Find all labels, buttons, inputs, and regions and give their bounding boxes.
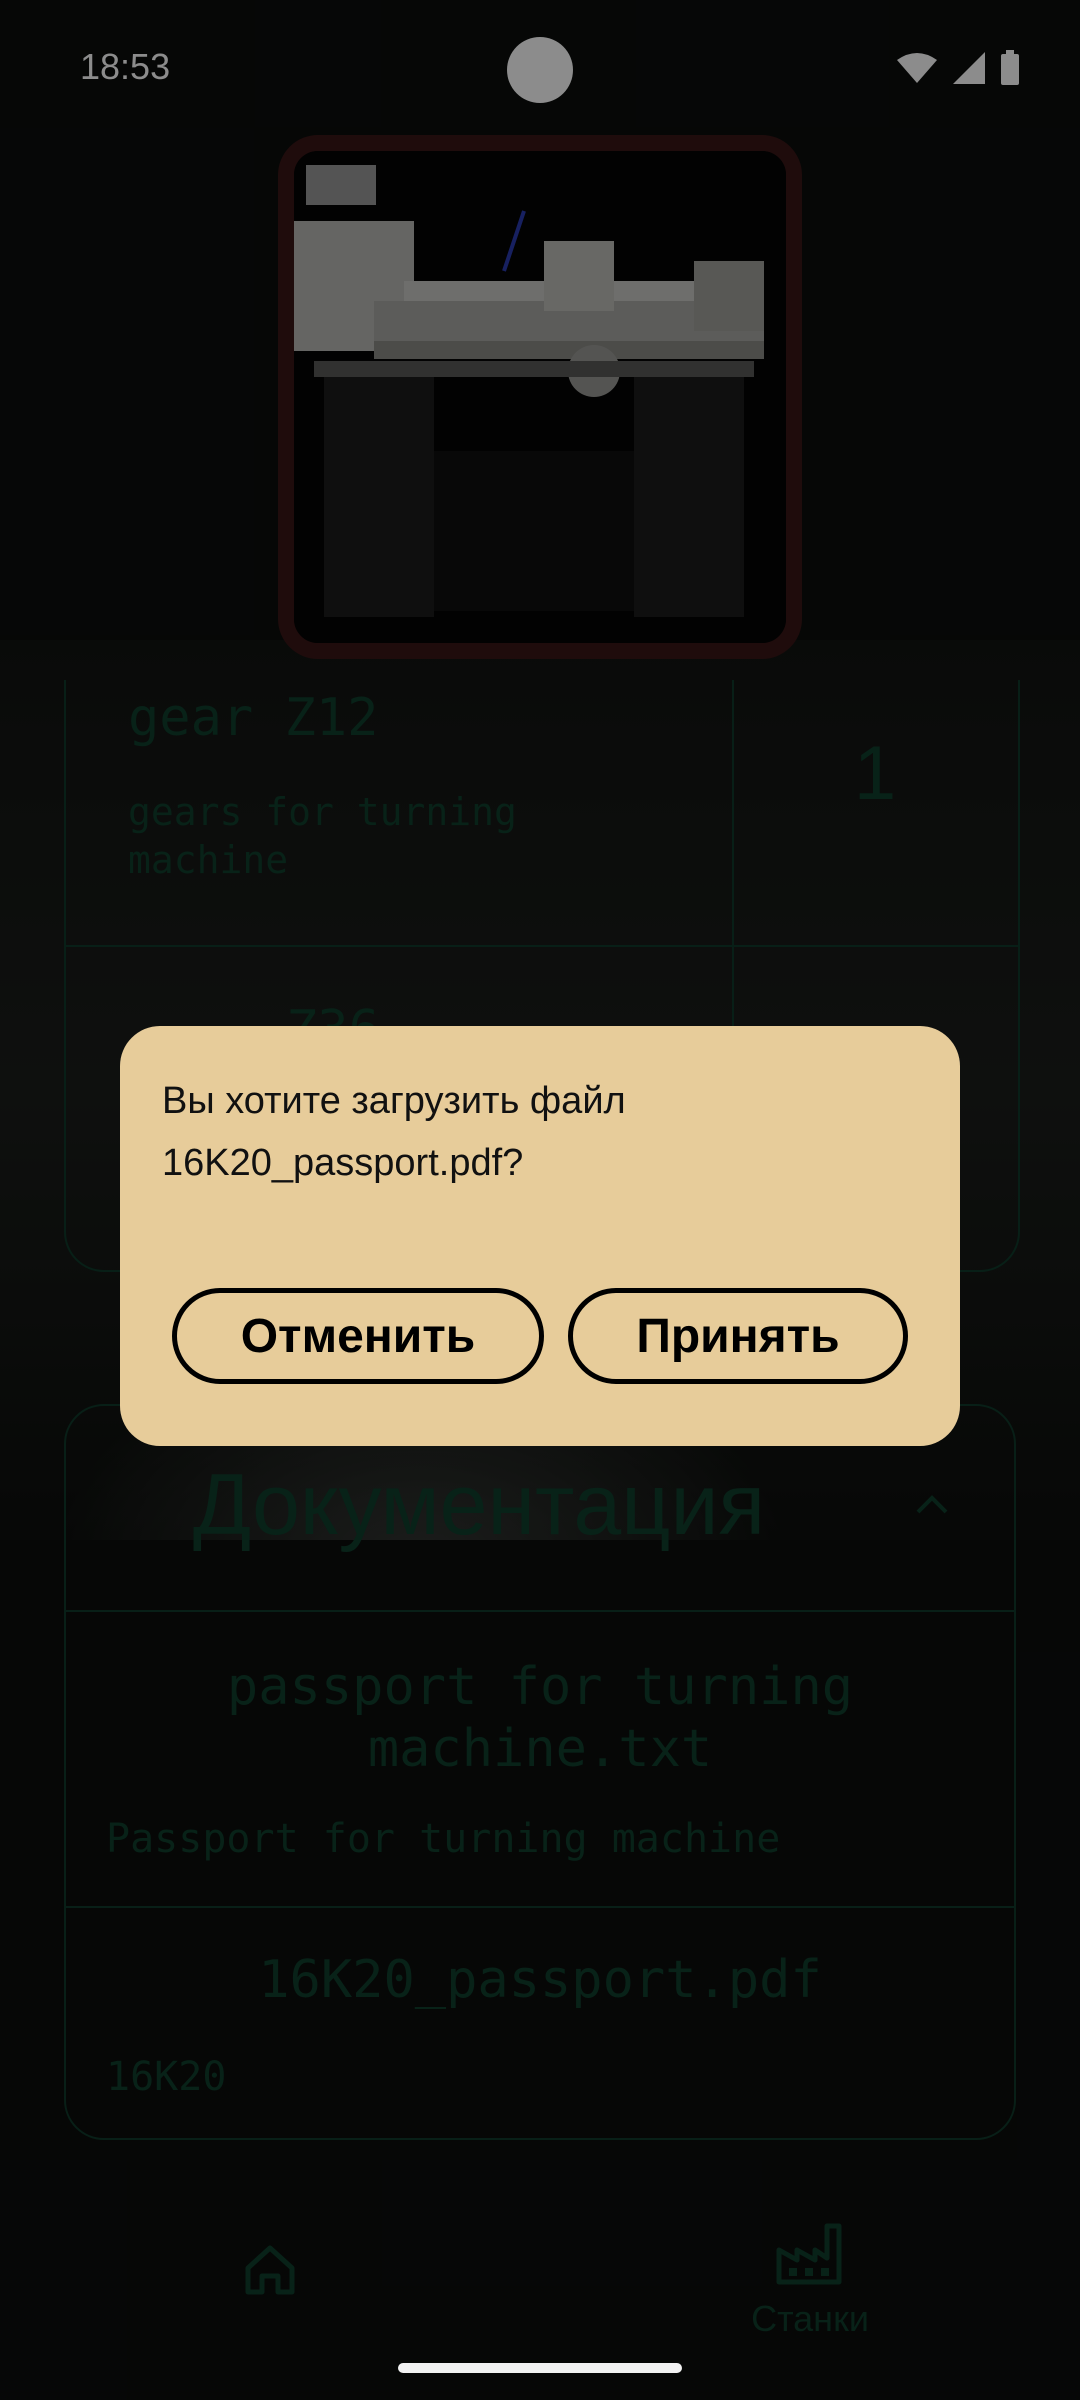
dialog-message: Вы хотите загрузить файл 16K20_passport.… xyxy=(162,1080,626,1184)
cancel-button[interactable]: Отменить xyxy=(172,1288,544,1384)
download-confirm-dialog: Вы хотите загрузить файл 16K20_passport.… xyxy=(120,1026,960,1446)
app-screen: 18:53 gear Z12 gears for turning machine… xyxy=(0,0,1080,2400)
accept-button[interactable]: Принять xyxy=(568,1288,908,1384)
home-indicator[interactable] xyxy=(398,2363,682,2373)
